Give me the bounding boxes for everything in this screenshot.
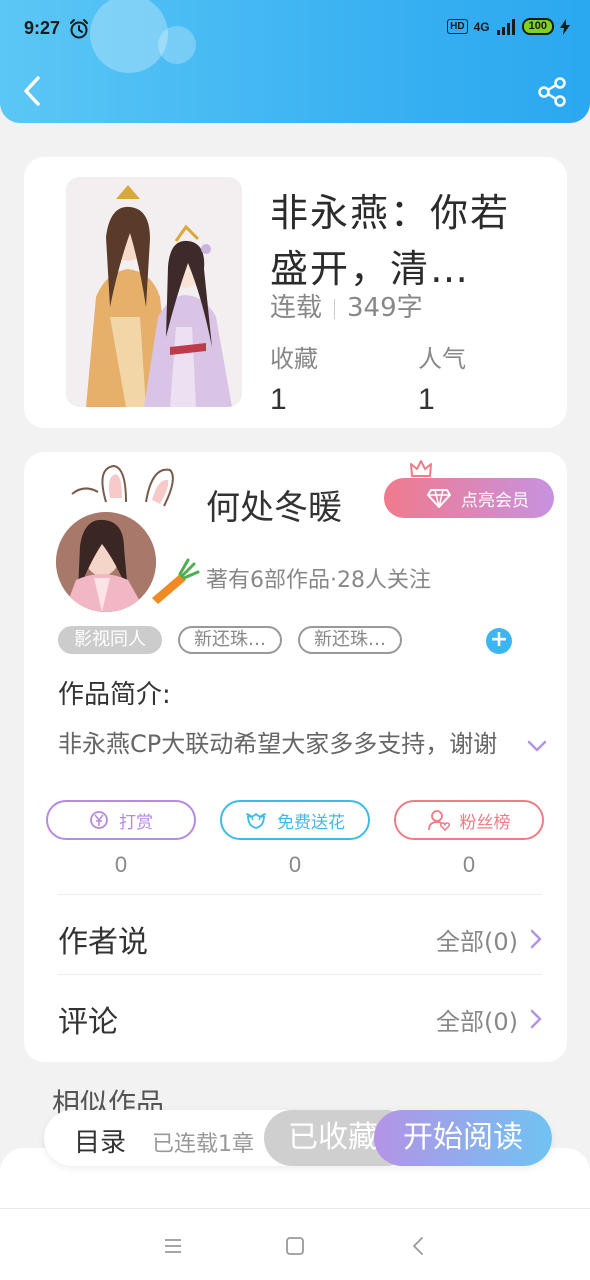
book-info-card: 非永燕：你若盛开，清… 连载 349字 收藏 1 人气 1 — [24, 157, 567, 428]
author-stats: 著有6部作品·28人关注 — [206, 568, 431, 593]
back-icon[interactable] — [408, 1235, 430, 1257]
tag-item[interactable]: 新还珠… — [298, 626, 402, 654]
network-indicator: 4G — [473, 19, 490, 34]
intro-text: 非永燕CP大联动希望大家多多支持，谢谢 — [58, 730, 498, 758]
chevron-down-icon[interactable] — [526, 738, 548, 754]
serial-status: 连载 — [270, 293, 323, 323]
comments-count: 全部(0) — [436, 1007, 518, 1036]
book-title: 非永燕：你若盛开，清… — [270, 191, 511, 291]
tip-count: 0 — [114, 852, 128, 877]
author-avatar[interactable] — [54, 462, 204, 612]
fan-count: 0 — [462, 852, 476, 877]
vip-membership-button[interactable]: 点亮会员 — [384, 478, 554, 518]
tag-list: 影视同人 新还珠… 新还珠… — [58, 626, 402, 654]
author-says-count: 全部(0) — [436, 927, 518, 956]
share-icon[interactable] — [536, 76, 568, 108]
send-flower-label: 免费送花 — [277, 812, 345, 833]
favorites-count: 1 — [270, 383, 287, 416]
tag-item[interactable]: 新还珠… — [178, 626, 282, 654]
user-heart-icon — [427, 810, 450, 831]
status-time: 9:27 — [24, 18, 61, 38]
author-says-label: 作者说 — [58, 925, 148, 960]
start-reading-button[interactable]: 开始阅读 — [374, 1110, 552, 1166]
flower-count: 0 — [288, 852, 302, 877]
back-chevron-icon[interactable] — [18, 74, 46, 108]
comments-label: 评论 — [58, 1005, 118, 1040]
tag-category[interactable]: 影视同人 — [58, 626, 162, 654]
home-square-icon[interactable] — [284, 1235, 306, 1257]
vip-label: 点亮会员 — [461, 490, 529, 511]
add-tag-icon[interactable]: + — [486, 628, 512, 654]
tip-label: 打赏 — [119, 812, 153, 833]
divider — [334, 298, 336, 319]
intro-heading: 作品简介: — [58, 680, 171, 710]
author-says-link[interactable]: 全部(0) — [436, 922, 542, 957]
avatar-image — [56, 464, 200, 612]
yuan-coin-icon — [90, 811, 108, 829]
table-of-contents-button[interactable]: 目录 — [74, 1122, 126, 1159]
status-indicators: HD 4G 100 — [447, 18, 570, 35]
book-status-line: 连载 349字 — [270, 287, 423, 324]
author-name[interactable]: 何处冬暖 — [206, 480, 342, 529]
flower-icon — [245, 813, 267, 829]
divider — [58, 974, 542, 975]
tip-button[interactable]: 打赏 — [46, 800, 196, 840]
chapter-progress: 已连载1章 — [152, 1132, 254, 1157]
header: 9:27 HD 4G 100 — [0, 0, 590, 123]
fan-ranking-label: 粉丝榜 — [459, 812, 511, 833]
word-count: 349字 — [347, 293, 423, 323]
alarm-clock-icon — [70, 19, 88, 39]
author-card: 何处冬暖 点亮会员 著有6部作品·28人关注 影视同人 新还珠… 新还珠… + … — [24, 452, 567, 1062]
action-buttons: 打赏 免费送花 粉丝榜 — [46, 800, 546, 840]
crown-icon — [410, 460, 432, 477]
favorites-label: 收藏 — [270, 345, 318, 373]
system-navigation-bar — [0, 1208, 590, 1280]
charging-icon — [560, 18, 570, 35]
popularity-count: 1 — [418, 383, 435, 416]
divider — [58, 894, 542, 895]
cover-illustration — [66, 177, 242, 407]
popularity-label: 人气 — [418, 345, 466, 373]
battery-indicator: 100 — [521, 18, 554, 35]
chevron-right-icon — [530, 1009, 542, 1029]
status-bar: 9:27 HD 4G 100 — [0, 0, 590, 58]
comments-link[interactable]: 全部(0) — [436, 1002, 542, 1037]
comments-row[interactable]: 评论 全部(0) — [58, 984, 542, 1054]
author-says-row[interactable]: 作者说 全部(0) — [58, 904, 542, 974]
fan-ranking-button[interactable]: 粉丝榜 — [394, 800, 544, 840]
hd-indicator: HD — [447, 19, 468, 34]
signal-icon — [496, 18, 515, 35]
diamond-icon — [427, 489, 451, 508]
send-flower-button[interactable]: 免费送花 — [220, 800, 370, 840]
chevron-right-icon — [530, 929, 542, 949]
menu-icon[interactable] — [162, 1235, 184, 1257]
reading-action-bar: 目录 已连载1章 已收藏 开始阅读 — [44, 1110, 552, 1166]
book-cover-image[interactable] — [66, 177, 242, 407]
